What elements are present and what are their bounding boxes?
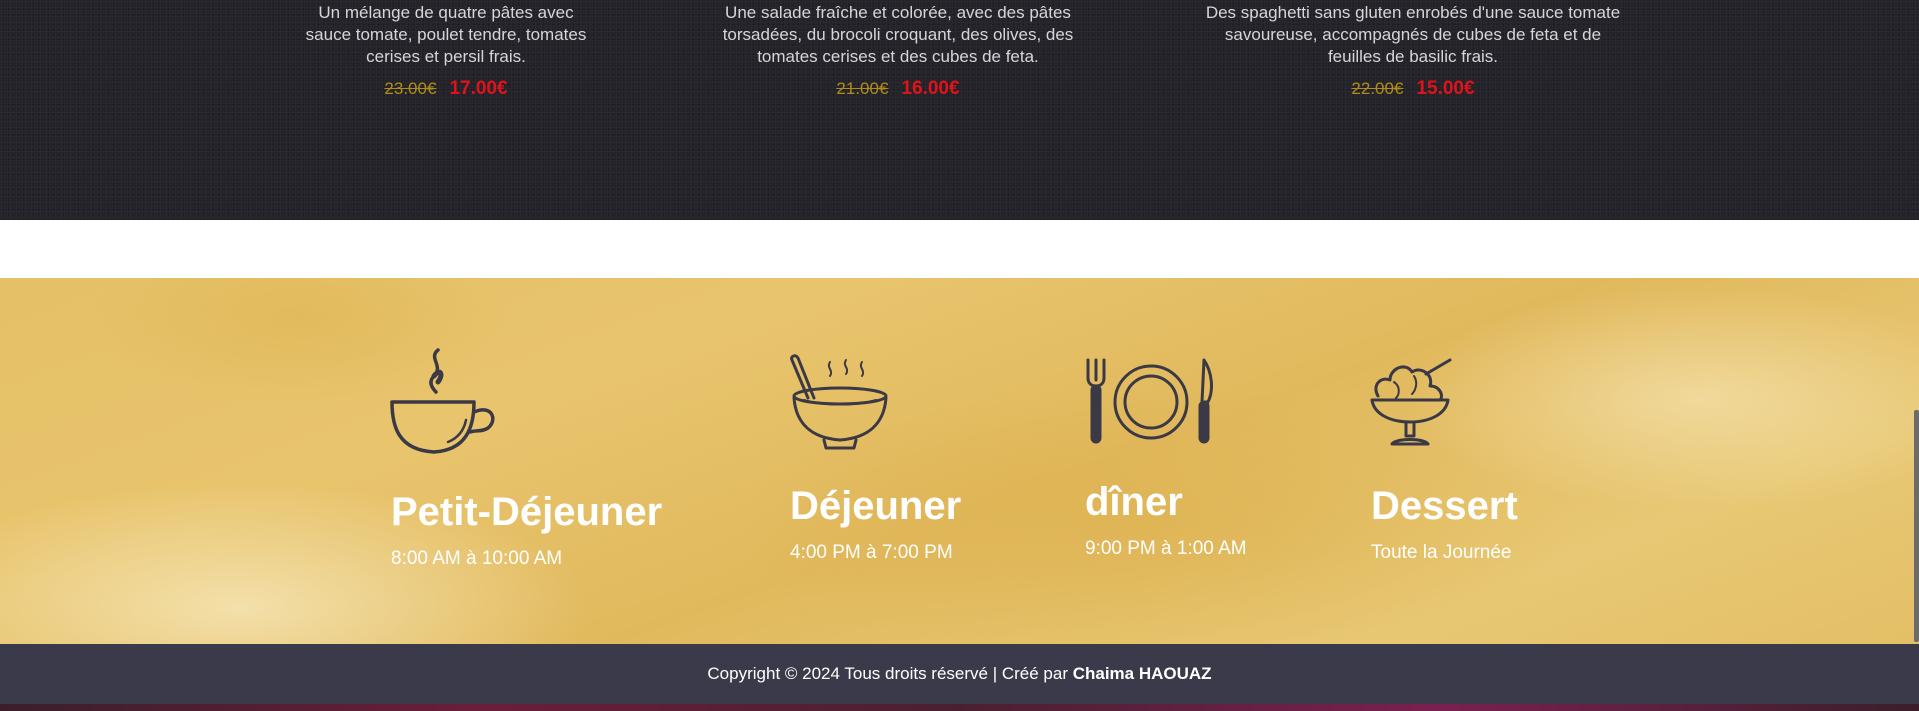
hours-block-dinner: dîner 9:00 PM à 1:00 AM: [1085, 480, 1247, 560]
hours-title: Petit-Déjeuner: [391, 490, 663, 534]
footer: Copyright © 2024 Tous droits réservé | C…: [0, 644, 1919, 704]
menu-item-description: Des spaghetti sans gluten enrobés d'une …: [1205, 3, 1621, 66]
hours-title: dîner: [1085, 480, 1183, 524]
hours-block-breakfast: Petit-Déjeuner 8:00 AM à 10:00 AM: [391, 490, 662, 570]
hours-title: Déjeuner: [790, 484, 962, 528]
opening-hours-section: Petit-Déjeuner 8:00 AM à 10:00 AM Déjeun…: [0, 278, 1919, 644]
old-price: 23.00€: [384, 79, 437, 98]
menu-item: Des spaghetti sans gluten enrobés d'une …: [1198, 2, 1628, 100]
menu-item-prices: 23.00€ 17.00€: [296, 78, 596, 100]
hours-block-dessert: Dessert Toute la Journée: [1371, 484, 1518, 564]
hours-time: 4:00 PM à 7:00 PM: [790, 542, 953, 563]
old-price: 21.00€: [836, 79, 889, 98]
bottom-strip: [0, 704, 1919, 711]
menu-section: Un mélange de quatre pâtes avec sauce to…: [0, 0, 1919, 220]
hours-title: Dessert: [1371, 484, 1518, 528]
menu-item-prices: 21.00€ 16.00€: [712, 78, 1084, 100]
new-price: 15.00€: [1416, 78, 1475, 99]
hours-time: 8:00 AM à 10:00 AM: [391, 548, 563, 569]
menu-item: Un mélange de quatre pâtes avec sauce to…: [296, 2, 596, 100]
menu-item-description: Un mélange de quatre pâtes avec sauce to…: [305, 3, 587, 66]
scrollbar-thumb[interactable]: [1914, 410, 1919, 642]
menu-item-description: Une salade fraîche et colorée, avec des …: [722, 3, 1074, 66]
hours-time: 9:00 PM à 1:00 AM: [1085, 538, 1247, 559]
ice-cream-icon: [1370, 358, 1452, 446]
plate-cutlery-icon: [1086, 358, 1213, 444]
copyright-text: Copyright © 2024 Tous droits réservé | C…: [707, 664, 1073, 683]
hours-block-lunch: Déjeuner 4:00 PM à 7:00 PM: [790, 484, 961, 564]
new-price: 17.00€: [449, 78, 508, 99]
section-divider: [0, 220, 1919, 278]
old-price: 22.00€: [1351, 79, 1404, 98]
new-price: 16.00€: [901, 78, 960, 99]
author-name: Chaima HAOUAZ: [1072, 664, 1212, 683]
coffee-cup-icon: [390, 348, 495, 454]
hours-time: Toute la Journée: [1371, 542, 1512, 563]
soup-bowl-icon: [790, 354, 888, 450]
menu-item: Une salade fraîche et colorée, avec des …: [712, 2, 1084, 100]
menu-item-prices: 22.00€ 15.00€: [1198, 78, 1628, 100]
